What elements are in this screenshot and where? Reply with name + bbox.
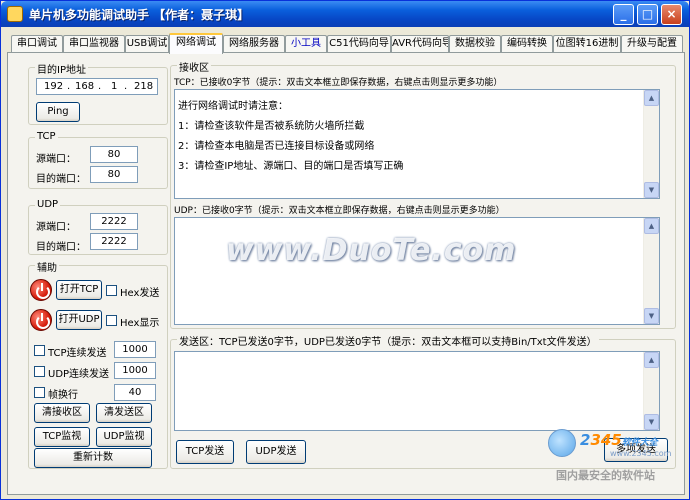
udp-power-icon [30,309,52,331]
ip-address-input[interactable]: 192 . 168 . 1 . 218 [36,78,158,95]
tcp-send-button[interactable]: TCP发送 [176,440,234,464]
scroll-up-icon[interactable]: ▲ [644,352,659,368]
udp-dst-port-input[interactable]: 2222 [90,233,138,250]
scroll-up-icon[interactable]: ▲ [644,218,659,234]
tab-encoding[interactable]: 编码转换 [501,35,553,53]
hex-show-label: Hex显示 [120,318,160,329]
tab-usb-debug[interactable]: USB调试 [125,35,169,53]
udp-monitor-button[interactable]: UDP监视 [96,427,152,447]
udp-interval-input[interactable]: 1000 [114,362,156,379]
tcp-dst-port-input[interactable]: 80 [90,166,138,183]
title-bar[interactable]: 单片机多功能调试助手 【作者：聂子琪】 _ □ × [1,1,689,27]
tcp-dst-port-label: 目的端口： [36,174,86,185]
recount-button[interactable]: 重新计数 [34,448,152,468]
tab-tools[interactable]: 小工具 [285,35,327,53]
tcp-continuous-label: TCP连续发送 [48,348,107,359]
udp-src-port-label: 源端口： [36,222,76,233]
tab-serial-monitor[interactable]: 串口监视器 [63,35,125,53]
tcp-receive-textarea[interactable]: 进行网络调试时请注意： 1：请检查该软件是否被系统防火墙所拦截 2：请检查本电脑… [174,89,660,199]
udp-send-button[interactable]: UDP发送 [246,440,306,464]
notice-line: 1：请检查该软件是否被系统防火墙所拦截 [178,121,365,132]
send-header: 发送区：TCP已发送0字节，UDP已发送0字节（提示：双击文本框可以支持Bin/… [177,333,599,348]
notice-line: 进行网络调试时请注意： [178,101,288,112]
tcp-label: TCP [35,131,58,142]
tcp-receive-scrollbar[interactable]: ▲ ▼ [643,90,659,198]
ip-octet-1: 192 [44,81,64,92]
hex-send-checkbox[interactable] [106,285,117,296]
receive-label: 接收区 [177,59,211,74]
tab-strip: 串口调试 串口监视器 USB调试 网络调试 网络服务器 小工具 C51代码向导 … [7,33,683,54]
hex-send-label: Hex发送 [120,288,160,299]
frame-wrap-label: 帧换行 [48,390,78,401]
tcp-src-port-label: 源端口： [36,154,76,165]
ip-octet-4: 218 [134,81,154,92]
scroll-up-icon[interactable]: ▲ [644,90,659,106]
tcp-receive-header: TCP：已接收0字节（提示：双击文本框立即保存数据，右键点击则显示更多功能） [174,78,503,88]
udp-dst-port-label: 目的端口： [36,242,86,253]
tab-serial-debug[interactable]: 串口调试 [11,35,63,53]
target-ip-label: 目的IP地址 [35,61,88,76]
ping-button[interactable]: Ping [36,102,80,122]
open-udp-button[interactable]: 打开UDP [56,310,102,330]
scroll-down-icon[interactable]: ▼ [644,414,659,430]
tab-avr-wizard[interactable]: AVR代码向导 [391,35,449,53]
ip-dot: . [124,81,128,92]
tab-network-server[interactable]: 网络服务器 [223,35,285,53]
window-title: 单片机多功能调试助手 【作者：聂子琪】 [29,8,250,22]
network-debug-panel: 目的IP地址 192 . 168 . 1 . 218 Ping TCP 源端口：… [7,52,685,495]
minimize-button[interactable]: _ [613,4,634,25]
app-window: 单片机多功能调试助手 【作者：聂子琪】 _ □ × 串口调试 串口监视器 USB… [0,0,690,500]
watermark-text: www.DuoTe.com [226,233,517,268]
frame-wrap-input[interactable]: 40 [114,384,156,401]
tab-data-check[interactable]: 数据校验 [449,35,501,53]
ip-dot: . [67,81,71,92]
tab-bitmap-hex[interactable]: 位图转16进制 [553,35,621,53]
tcp-power-icon [30,279,52,301]
scroll-down-icon[interactable]: ▼ [644,182,659,198]
brand-logo: 2345软件大全 [580,431,658,449]
app-icon [7,6,23,22]
brand-site: www.2345.com [610,449,672,458]
brand-logo-suffix: 软件大全 [621,438,658,448]
udp-continuous-checkbox[interactable] [34,366,45,377]
notice-line: 2：请检查本电脑是否已连接目标设备或网络 [178,141,375,152]
frame-wrap-checkbox[interactable] [34,387,45,398]
ip-octet-2: 168 [75,81,95,92]
tcp-interval-input[interactable]: 1000 [114,341,156,358]
udp-label: UDP [35,199,61,210]
maximize-button[interactable]: □ [637,4,658,25]
udp-continuous-label: UDP连续发送 [48,369,110,380]
brand-logo-prefix: 2 [580,431,591,449]
mascot-logo [548,429,576,457]
brand-slogan: 国内最安全的软件站 [556,469,655,482]
tcp-monitor-button[interactable]: TCP监视 [34,427,90,447]
tcp-continuous-checkbox[interactable] [34,345,45,356]
tcp-src-port-input[interactable]: 80 [90,146,138,163]
ip-octet-3: 1 [111,81,118,92]
clear-receive-button[interactable]: 清接收区 [34,403,90,423]
tab-c51-wizard[interactable]: C51代码向导 [327,35,391,53]
udp-receive-scrollbar[interactable]: ▲ ▼ [643,218,659,324]
close-button[interactable]: × [661,4,682,25]
send-scrollbar[interactable]: ▲ ▼ [643,352,659,430]
hex-show-checkbox[interactable] [106,315,117,326]
tab-upgrade-config[interactable]: 升级与配置 [621,35,683,53]
clear-send-button[interactable]: 清发送区 [96,403,152,423]
ip-dot: . [98,81,102,92]
tab-network-debug[interactable]: 网络调试 [169,33,223,54]
aux-label: 辅助 [35,259,59,274]
scroll-down-icon[interactable]: ▼ [644,308,659,324]
open-tcp-button[interactable]: 打开TCP [56,280,102,300]
udp-src-port-input[interactable]: 2222 [90,213,138,230]
notice-line: 3：请检查IP地址、源端口、目的端口是否填写正确 [178,161,404,172]
brand-logo-num: 345 [590,431,622,449]
send-textarea[interactable]: ▲ ▼ [174,351,660,431]
udp-receive-header: UDP：已接收0字节（提示：双击文本框立即保存数据，右键点击则显示更多功能） [174,206,505,216]
